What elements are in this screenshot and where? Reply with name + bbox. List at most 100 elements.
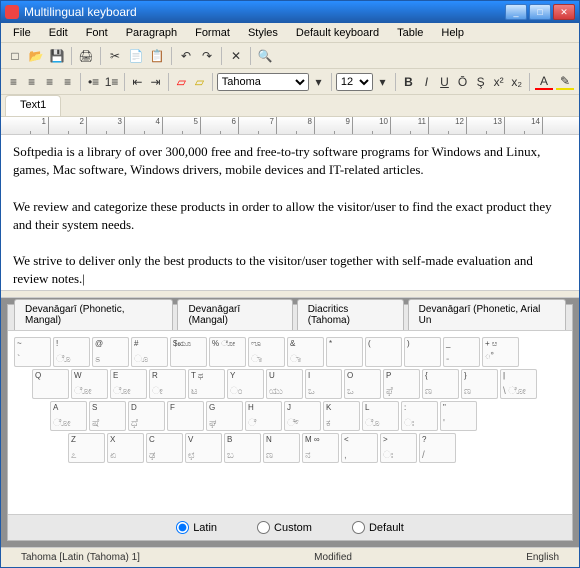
bullets-icon[interactable]: •≡	[85, 72, 102, 92]
keyboard-key[interactable]: Aೋ	[50, 401, 87, 431]
italic-button[interactable]: I	[418, 72, 435, 92]
keyboard-key[interactable]: Wೋ	[71, 369, 108, 399]
underline-button[interactable]: U	[436, 72, 453, 92]
radio-latin[interactable]: Latin	[176, 521, 217, 534]
print-icon[interactable]: 🖨	[76, 46, 96, 66]
keyboard-key[interactable]: Xಏ	[107, 433, 144, 463]
highlight-button[interactable]: ✎	[555, 72, 575, 92]
save-icon[interactable]: 💾	[47, 46, 67, 66]
keyboard-key[interactable]: Iಒ	[305, 369, 342, 399]
indent-left-icon[interactable]: ⇤	[129, 72, 146, 92]
fill-red-icon[interactable]: ▱	[173, 72, 190, 92]
keyboard-key[interactable]: Dಧೆ	[128, 401, 165, 431]
size-select[interactable]: 12	[336, 73, 373, 91]
align-center-icon[interactable]: ≡	[23, 72, 40, 92]
keyboard-key[interactable]: Pಫೆ	[383, 369, 420, 399]
keyboard-key[interactable]: >ಃ	[380, 433, 417, 463]
keyboard-key[interactable]: Cಢ	[146, 433, 183, 463]
cedilla-button[interactable]: Ş	[472, 72, 489, 92]
keyboard-key[interactable]: }ಣ	[461, 369, 498, 399]
cut-icon[interactable]: ✂	[105, 46, 125, 66]
numbers-icon[interactable]: 1≡	[103, 72, 120, 92]
find-icon[interactable]: 🔍	[255, 46, 275, 66]
kb-tab-devanagari-mangal[interactable]: Devanāgarī (Mangal)	[177, 299, 292, 330]
new-doc-icon[interactable]: □	[5, 46, 25, 66]
minimize-button[interactable]: _	[505, 4, 527, 20]
keyboard-key[interactable]: Jೆ್	[284, 401, 321, 431]
keyboard-key[interactable]: F	[167, 401, 204, 431]
keyboard-key[interactable]: + ೞ ೳ	[482, 337, 519, 367]
menu-table[interactable]: Table	[389, 25, 431, 41]
keyboard-key[interactable]: ~`	[14, 337, 51, 367]
keyboard-key[interactable]: Yಂ	[227, 369, 264, 399]
keyboard-key[interactable]: &ಾ	[287, 337, 324, 367]
document-tab[interactable]: Text1	[5, 95, 61, 116]
menu-default-keyboard[interactable]: Default keyboard	[288, 25, 387, 41]
font-select[interactable]: Tahoma	[217, 73, 309, 91]
size-dropdown-icon[interactable]: ▾	[374, 72, 391, 92]
maximize-button[interactable]: □	[529, 4, 551, 20]
keyboard-key[interactable]: Bಬ	[224, 433, 261, 463]
keyboard-key[interactable]: Hೆ	[245, 401, 282, 431]
redo-icon[interactable]: ↷	[197, 46, 217, 66]
keyboard-key[interactable]: !ೊ	[53, 337, 90, 367]
keyboard-key[interactable]: Rೕ	[149, 369, 186, 399]
text-editor[interactable]: Softpedia is a library of over 300,000 f…	[1, 135, 579, 290]
keyboard-key[interactable]: % ೋ	[209, 337, 246, 367]
keyboard-key[interactable]: Q	[32, 369, 69, 399]
align-left-icon[interactable]: ≡	[5, 72, 22, 92]
keyboard-key[interactable]: "'	[440, 401, 477, 431]
ruler[interactable]: 1234567891011121314	[1, 117, 579, 135]
paste-icon[interactable]: 📋	[147, 46, 167, 66]
keyboard-key[interactable]: Gಘ	[206, 401, 243, 431]
overline-button[interactable]: Ō	[454, 72, 471, 92]
indent-right-icon[interactable]: ⇥	[147, 72, 164, 92]
keyboard-key[interactable]: :ಃ	[401, 401, 438, 431]
keyboard-key[interactable]: ?/	[419, 433, 456, 463]
keyboard-key[interactable]: *಻	[326, 337, 363, 367]
keyboard-key[interactable]: Oಒ	[344, 369, 381, 399]
keyboard-key[interactable]: Lೊ	[362, 401, 399, 431]
keyboard-key[interactable]: ೡಾ	[248, 337, 285, 367]
keyboard-key[interactable]: $ಋೂ	[170, 337, 207, 367]
keyboard-key[interactable]: Eೋ	[110, 369, 147, 399]
keyboard-key[interactable]: |\ ೋ	[500, 369, 537, 399]
menu-font[interactable]: Font	[78, 25, 116, 41]
subscript-button[interactable]: x₂	[508, 72, 525, 92]
align-right-icon[interactable]: ≡	[41, 72, 58, 92]
kb-tab-diacritics-tahoma[interactable]: Diacritics (Tahoma)	[297, 299, 404, 330]
copy-icon[interactable]: 📄	[126, 46, 146, 66]
keyboard-key[interactable]: Kಕ	[323, 401, 360, 431]
font-color-button[interactable]: A	[534, 72, 554, 92]
keyboard-key[interactable]: Sಷೆ	[89, 401, 126, 431]
keyboard-key[interactable]: )	[404, 337, 441, 367]
bold-button[interactable]: B	[400, 72, 417, 92]
menu-edit[interactable]: Edit	[41, 25, 76, 41]
keyboard-key[interactable]: (	[365, 337, 402, 367]
menu-paragraph[interactable]: Paragraph	[118, 25, 185, 41]
undo-icon[interactable]: ↶	[176, 46, 196, 66]
keyboard-key[interactable]: {ಣ	[422, 369, 459, 399]
menu-styles[interactable]: Styles	[240, 25, 286, 41]
keyboard-key[interactable]: Z೭	[68, 433, 105, 463]
keyboard-key[interactable]: Nಣ	[263, 433, 300, 463]
font-dropdown-icon[interactable]: ▾	[310, 72, 327, 92]
keyboard-key[interactable]: #ೂ	[131, 337, 168, 367]
menu-format[interactable]: Format	[187, 25, 238, 41]
keyboard-key[interactable]: _-	[443, 337, 480, 367]
keyboard-key[interactable]: Uಯು	[266, 369, 303, 399]
radio-default[interactable]: Default	[352, 521, 404, 534]
splitter[interactable]	[1, 290, 579, 298]
clear-icon[interactable]: ✕	[226, 46, 246, 66]
kb-tab-devanagari-phonetic-arial[interactable]: Devanāgarī (Phonetic, Arial Un	[408, 299, 566, 330]
radio-custom[interactable]: Custom	[257, 521, 312, 534]
align-justify-icon[interactable]: ≡	[59, 72, 76, 92]
menu-file[interactable]: File	[5, 25, 39, 41]
fill-yellow-icon[interactable]: ▱	[191, 72, 208, 92]
superscript-button[interactable]: x²	[490, 72, 507, 92]
keyboard-key[interactable]: @ಽ	[92, 337, 129, 367]
kb-tab-devanagari-phonetic-mangal[interactable]: Devanāgarī (Phonetic, Mangal)	[14, 299, 173, 330]
keyboard-key[interactable]: T ಥಟ	[188, 369, 225, 399]
menu-help[interactable]: Help	[433, 25, 472, 41]
keyboard-key[interactable]: M ∞ನ	[302, 433, 339, 463]
